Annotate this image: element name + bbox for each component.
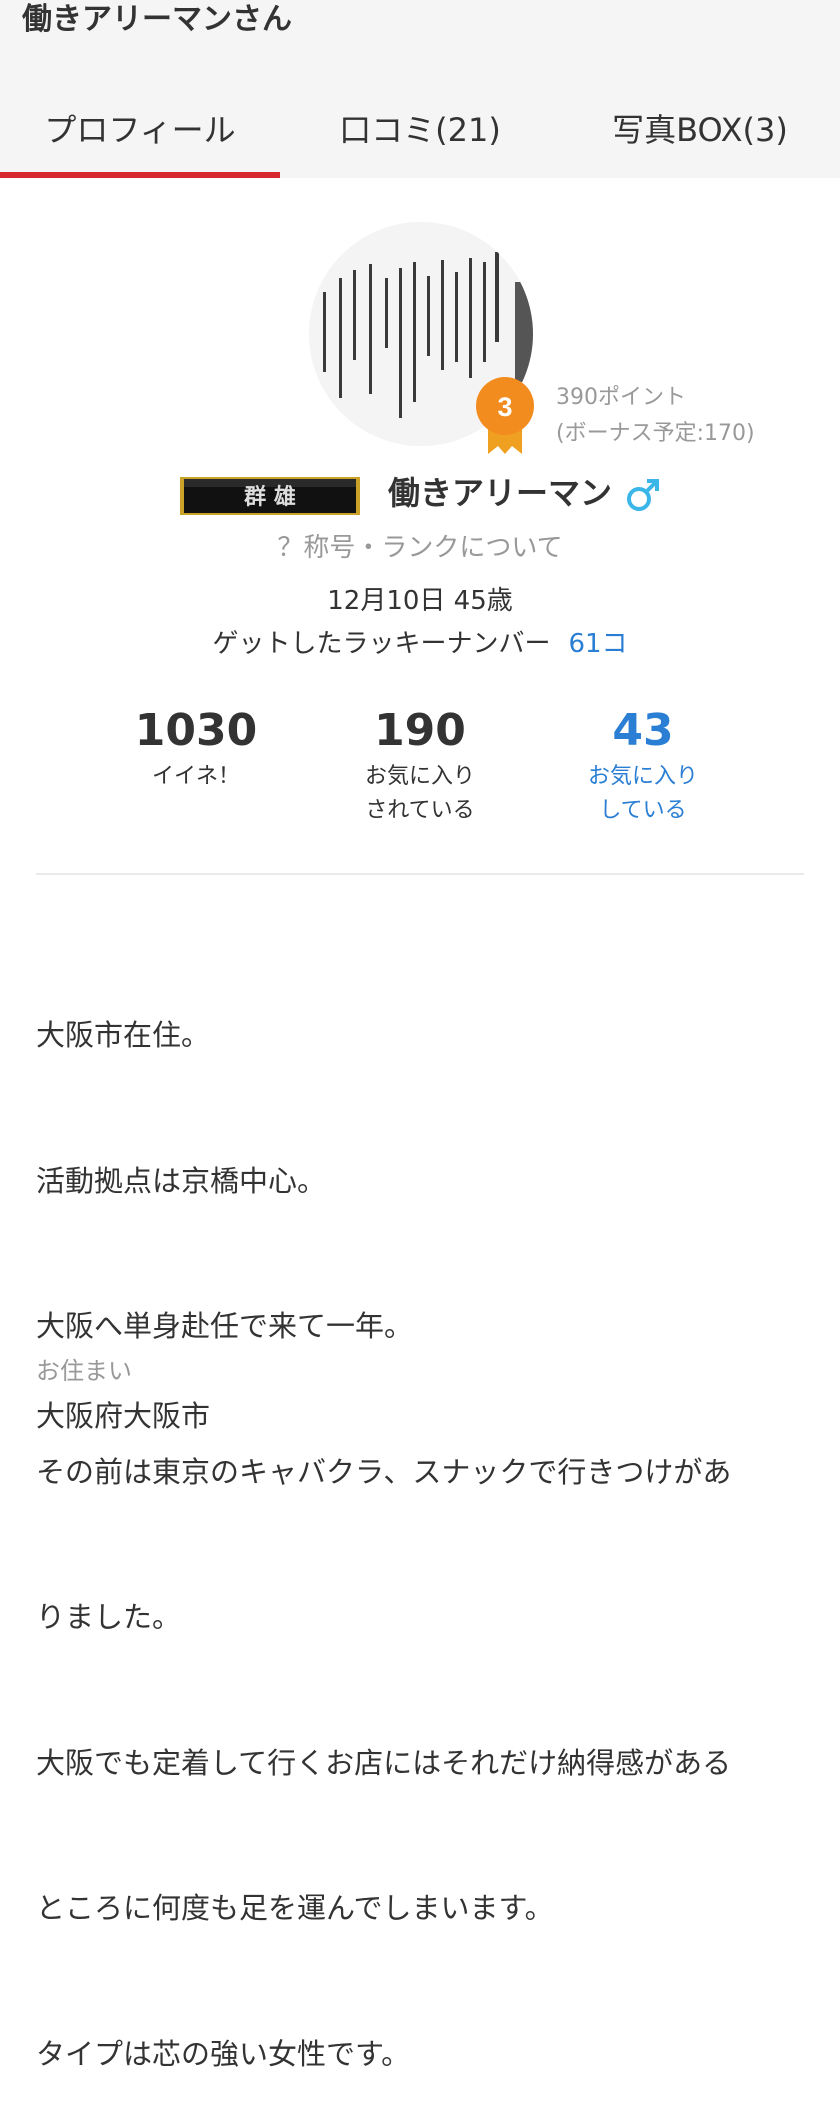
bio-line: 活動拠点は京橋中心。 <box>36 1163 327 1198</box>
points-info: 390ポイント (ボーナス予定:170) <box>556 380 755 452</box>
bio-line: タイプは芯の強い女性です。 <box>36 2036 411 2071</box>
tab-profile[interactable]: プロフィール <box>0 78 280 178</box>
tab-reviews-label: 口コミ(21) <box>339 111 501 149</box>
stat-likes: 1030 イイネ！ <box>86 702 306 794</box>
stat-favoriting[interactable]: 43 お気に入り している <box>533 702 753 828</box>
tab-reviews[interactable]: 口コミ(21) <box>280 78 560 178</box>
profile-header: 働きアリーマンさん プロフィール 口コミ(21) 写真BOX(3) <box>0 0 840 178</box>
residence-label: お住まい <box>36 1357 132 1385</box>
male-symbol-icon <box>627 479 659 511</box>
bio-line: 大阪でも定着して行くお店にはそれだけ納得感がある <box>36 1745 732 1780</box>
tab-bar: プロフィール 口コミ(21) 写真BOX(3) <box>0 78 840 178</box>
bio-line: 大阪市在住。 <box>36 1018 211 1052</box>
tab-photo-box-label: 写真BOX(3) <box>612 111 788 149</box>
divider <box>36 873 804 875</box>
stat-favorited-by: 190 お気に入り されている <box>310 702 530 828</box>
stat-favoriting-label-1: お気に入り <box>587 764 698 789</box>
tab-profile-label: プロフィール <box>44 111 236 149</box>
lucky-number-row: ゲットしたラッキーナンバー 61コ <box>0 626 840 662</box>
stat-favoriting-value: 43 <box>612 705 674 756</box>
bio-line: 大阪へ単身赴任で来て一年。 <box>36 1309 414 1343</box>
bonus-points: (ボーナス予定:170) <box>556 421 755 446</box>
lucky-number-count[interactable]: 61コ <box>568 629 627 659</box>
bio-line: その前は東京のキャバクラ、スナックで行きつけがあ <box>36 1454 732 1489</box>
stats-row: 1030 イイネ！ 190 お気に入り されている 43 お気に入り している <box>0 702 840 832</box>
stat-favorited-by-value: 190 <box>374 705 466 756</box>
points-value: 390ポイント <box>556 385 686 410</box>
tab-photo-box[interactable]: 写真BOX(3) <box>560 78 840 178</box>
page-title: 働きアリーマンさん <box>22 2 292 37</box>
rank-level: 3 <box>497 392 512 422</box>
nickname: 働きアリーマン <box>388 474 613 512</box>
rank-about-link[interactable]: ？称号・ランクについて <box>0 530 840 566</box>
stat-likes-value: 1030 <box>134 705 258 756</box>
birthday-age: 12月10日 45歳 <box>327 586 513 616</box>
stat-likes-label: イイネ！ <box>151 764 240 789</box>
title-plate-badge: 群 雄 <box>180 477 360 515</box>
rank-ribbon-badge-icon: 3 <box>476 377 534 454</box>
bio-text: 大阪市在住。 活動拠点は京橋中心。 大阪へ単身赴任で来て一年。 その前は東京のキ… <box>36 914 806 2127</box>
stat-favorited-by-label-2: されている <box>365 798 475 823</box>
lucky-number-label: ゲットしたラッキーナンバー <box>212 629 551 659</box>
residence-value: 大阪府大阪市 <box>36 1399 211 1433</box>
title-plate-text: 群 雄 <box>244 484 296 510</box>
bio-line: ところに何度も足を運んでしまいます。 <box>36 1891 554 1925</box>
stat-favoriting-label-2: している <box>599 798 687 823</box>
bio-line: りました。 <box>36 1600 182 1634</box>
stat-favorited-by-label-1: お気に入り <box>364 764 475 789</box>
